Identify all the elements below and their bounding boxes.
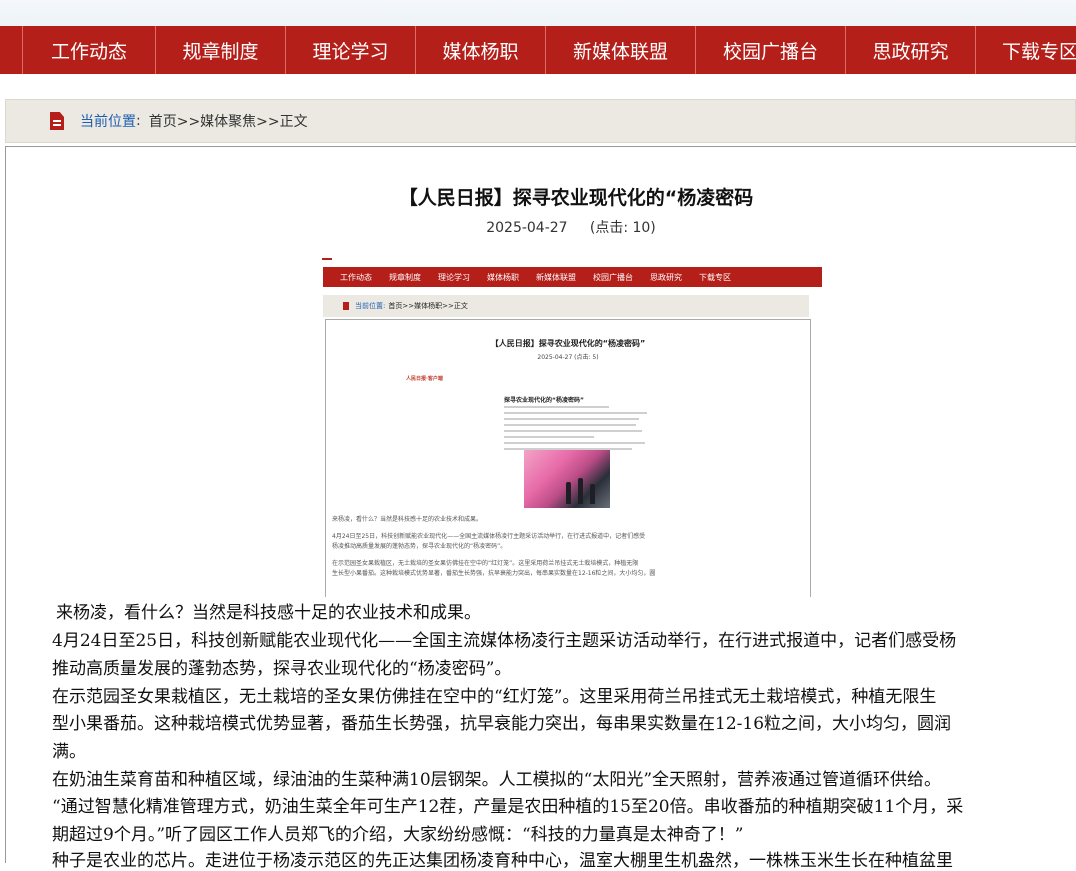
greenhouse-photo [524,450,610,508]
image-top-strip [318,255,822,267]
image-text-line: 来杨凌，看什么？当然是科技感十足的农业技术和成果。 [332,516,483,523]
article-paragraph: 来杨凌，看什么？当然是科技感十足的农业技术和成果。 [56,603,481,623]
image-nav-item: 思政研究 [650,272,682,282]
image-placeholder-lines [504,406,654,454]
article-clicks: (点击: 10) [589,220,656,236]
article-image: 工作动态 规章制度 理论学习 媒体杨职 新媒体联盟 校园广播台 思政研究 下载专… [318,255,822,597]
image-nav-item: 工作动态 [340,272,372,282]
article-paragraph: 满。 [52,742,86,762]
nav-item-theory-study[interactable]: 理论学习 [286,26,416,74]
image-meta: 2025-04-27 (点击: 5) [537,354,599,361]
article-paragraph: 4月24日至25日，科技创新赋能农业现代化——全国主流媒体杨凌行主题采访活动举行… [52,631,957,651]
article-paragraph: 在示范园圣女果栽植区，无土栽培的圣女果仿佛挂在空中的“红灯笼”。这里采用荷兰吊挂… [52,687,937,707]
image-breadcrumb-label: 当前位置: [355,302,386,310]
image-text-line: 杨凌推动高质量发展的蓬勃态势，探寻农业现代化的“杨凌密码”。 [332,543,507,550]
image-breadcrumb: 当前位置: 首页>>媒体杨职>>正文 [323,295,809,317]
article-paragraph: 型小果番茄。这种栽培模式优势显著，番茄生长势强，抗早衰能力突出，每串果实数量在1… [52,714,952,734]
image-nav-item: 新媒体联盟 [536,272,576,282]
article-title: 【人民日报】探寻农业现代化的“杨凌密码 [398,187,754,209]
article-paragraph: 期超过9个月。”听了园区工作人员郑飞的介绍，大家纷纷感慨：“科技的力量真是太神奇… [52,825,744,845]
image-text-line: 在示范园圣女果栽植区，无土栽培的圣女果仿佛挂在空中的“红灯笼”。这里采用荷兰吊挂… [332,560,639,567]
article-meta: 2025-04-27 (点击: 10) [6,217,1076,237]
nav-item-prev[interactable] [0,26,23,74]
image-text-line: 生长型小果番茄。这种栽培模式优势显著，番茄生长势强，抗早衰能力突出，每串果实数量… [332,570,656,577]
nav-item-ideological-research[interactable]: 思政研究 [846,26,976,74]
image-nav: 工作动态 规章制度 理论学习 媒体杨职 新媒体联盟 校园广播台 思政研究 下载专… [323,267,822,287]
breadcrumb-path[interactable]: 首页>>媒体聚焦>>正文 [149,111,308,131]
article-paragraph: 在奶油生菜育苗和种植区域，绿油油的生菜种满10层钢架。人工模拟的“太阳光”全天照… [52,770,942,790]
image-title: 【人民日报】探寻农业现代化的“杨凌密码” [490,339,646,348]
article-paragraph: 种子是农业的芯片。走进位于杨凌示范区的先正达集团杨凌育种中心，温室大棚里生机盎然… [52,851,953,871]
image-content-box: 【人民日报】探寻农业现代化的“杨凌密码” 2025-04-27 (点击: 5) … [325,319,811,597]
breadcrumb-separator: : [136,113,141,129]
nav-item-regulations[interactable]: 规章制度 [156,26,286,74]
image-inner-brand: 人民日报·客户端 [406,376,443,382]
image-breadcrumb-path: 首页>>媒体杨职>>正文 [388,302,468,310]
nav-item-downloads[interactable]: 下载专区 [976,26,1076,74]
breadcrumb-label[interactable]: 当前位置 [80,111,136,131]
document-icon [50,112,64,130]
nav-item-campus-radio[interactable]: 校园广播台 [696,26,846,74]
nav-item-work-news[interactable]: 工作动态 [23,26,156,74]
image-nav-item: 下载专区 [699,272,731,282]
top-banner [0,0,1076,26]
nav-item-new-media-alliance[interactable]: 新媒体联盟 [546,26,696,74]
image-document-icon [343,302,349,310]
breadcrumb: 当前位置 : 首页>>媒体聚焦>>正文 [5,99,1076,143]
image-text-line: 4月24日至25日，科技创新赋能农业现代化——全国主流媒体杨凌行主题采访活动举行… [332,533,646,540]
image-nav-item: 校园广播台 [593,272,633,282]
image-nav-item: 媒体杨职 [487,272,519,282]
article-paragraph: “通过智慧化精准管理方式，奶油生菜全年可生产12茬，产量是农田种植的15至20倍… [52,797,964,817]
article-paragraph: 推动高质量发展的蓬勃态势，探寻农业现代化的“杨凌密码”。 [52,659,512,679]
image-inner-nav: 人民日报·客户端 [406,375,736,385]
main-nav: 工作动态 规章制度 理论学习 媒体杨职 新媒体联盟 校园广播台 思政研究 下载专… [0,26,1076,74]
image-inner-subtitle: 探寻农业现代化的“杨凌密码” [504,397,584,404]
nav-item-media[interactable]: 媒体杨职 [416,26,546,74]
article-date: 2025-04-27 [486,220,568,236]
image-nav-item: 规章制度 [389,272,421,282]
image-nav-item: 理论学习 [438,272,470,282]
